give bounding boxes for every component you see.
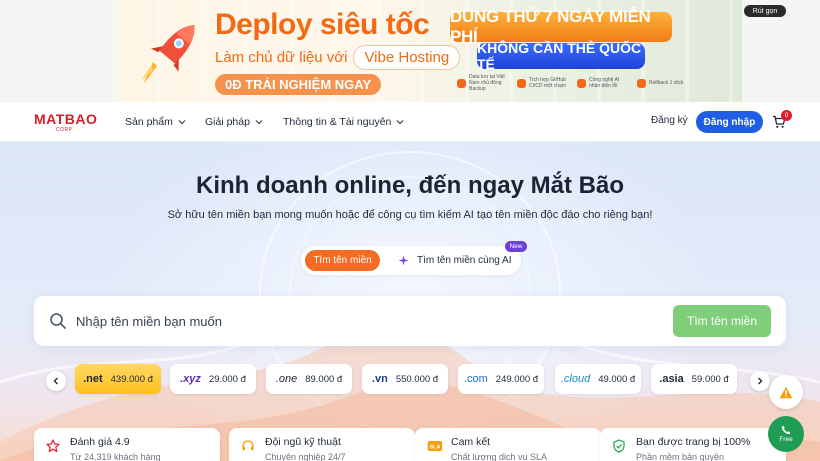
- tld-card-cloud[interactable]: .cloud 49.000 đ: [555, 364, 641, 394]
- feature-subtitle: Chất lượng dịch vụ SLA: [451, 452, 547, 461]
- hero-subtitle: Sở hữu tên miền bạn mong muốn hoặc để cô…: [167, 209, 653, 221]
- banner-feature-list: Data lưu tại Việt Nam chủ động Backup Tí…: [457, 74, 687, 92]
- warning-icon: [779, 386, 793, 398]
- tld-name: .net: [83, 373, 103, 385]
- tld-name: .com: [463, 373, 488, 385]
- tld-price: 29.000 đ: [208, 373, 246, 385]
- search-domain-button[interactable]: Tìm tên miền: [673, 305, 771, 337]
- cart-count-badge: 0: [781, 110, 792, 121]
- tld-name: .cloud: [560, 373, 591, 385]
- svg-text:SLA: SLA: [430, 445, 441, 451]
- banner-subline: Làm chủ dữ liệu với Vibe Hosting: [209, 45, 461, 70]
- tab-domain-search[interactable]: Tìm tên miền: [305, 250, 380, 271]
- feature-bullet-icon: [577, 78, 586, 88]
- chevron-right-icon: [758, 377, 763, 385]
- carousel-prev-button[interactable]: [46, 371, 66, 391]
- headset-icon: [242, 440, 254, 451]
- tld-card-net[interactable]: .net 439.000 đ: [75, 364, 161, 394]
- logo-corp-text: CORP: [56, 127, 73, 133]
- banner-no-card: KHÔNG CẦN THẺ QUỐC TẾ: [477, 40, 645, 72]
- carousel-next-button[interactable]: [750, 371, 770, 391]
- nav-products[interactable]: Sản phẩm: [125, 102, 186, 142]
- banner-feature: Công nghệ AI nhận diện lỗi: [577, 74, 627, 92]
- feature-bullet-icon: [517, 78, 526, 88]
- feature-card-support: Đội ngũ kỹ thuật Chuyên nghiệp 24/7: [229, 428, 415, 461]
- feature-bullet-icon: [457, 78, 466, 88]
- domain-search-box: Tìm tên miền: [34, 296, 786, 346]
- trust-features: Đánh giá 4.9 Từ 24.319 khách hàng Đội ng…: [34, 428, 786, 461]
- tld-card-vn[interactable]: .vn 550.000 đ: [362, 364, 448, 394]
- banner-feature: Rollback 1 click: [637, 74, 687, 92]
- tld-card-asia[interactable]: .asia 59.000 đ: [651, 364, 737, 394]
- tld-price: 439.000 đ: [110, 373, 153, 385]
- free-call-label: Free: [779, 436, 793, 443]
- feature-title: Bạn được trang bị 100%: [636, 436, 751, 448]
- banner-vibe-hosting: Vibe Hosting: [353, 45, 461, 70]
- tld-price: 89.000 đ: [305, 373, 343, 385]
- feature-card-sla: SLA Cam kết Chất lượng dịch vụ SLA: [415, 428, 601, 461]
- feature-card-rating: Đánh giá 4.9 Từ 24.319 khách hàng: [34, 428, 220, 461]
- promo-banner[interactable]: Deploy siêu tốc Làm chủ dữ liệu với Vibe…: [0, 0, 820, 102]
- nav-label: Sản phẩm: [125, 116, 173, 128]
- tld-name: .xyz: [180, 373, 201, 385]
- banner-free-trial: DÙNG THỬ 7 NGÀY MIỄN PHÍ: [450, 7, 672, 46]
- tld-price: 59.000 đ: [691, 373, 729, 385]
- tld-name: .one: [275, 373, 298, 385]
- tab-ai-label: Tìm tên miền cùng AI: [417, 255, 512, 266]
- search-mode-toggle: Tìm tên miền Tìm tên miền cùng AI: [301, 246, 521, 275]
- banner-feature: Tích hợp GitHub CI/CD một chạm: [517, 74, 567, 92]
- sla-icon: SLA: [427, 441, 443, 451]
- tld-price: 249.000 đ: [495, 373, 539, 385]
- chevron-down-icon: [255, 120, 263, 125]
- site-header: MATBAO CORP Sản phẩm Giải pháp Thông tin…: [0, 102, 820, 142]
- phone-icon: [781, 425, 791, 435]
- search-icon: [50, 313, 66, 329]
- feature-subtitle: Phần mềm bản quyền: [636, 452, 725, 461]
- banner-feature: Data lưu tại Việt Nam chủ động Backup: [457, 74, 507, 92]
- tld-name: .vn: [371, 373, 388, 385]
- tld-price: 550.000 đ: [395, 373, 439, 385]
- tld-price: 49.000 đ: [598, 373, 636, 385]
- banner-collapse-button[interactable]: Rút gọn: [744, 5, 786, 17]
- feature-title: Đánh giá 4.9: [70, 436, 130, 448]
- logo-wordmark: MATBAO: [34, 111, 98, 127]
- banner-headline: Deploy siêu tốc: [215, 8, 430, 41]
- domain-search-input[interactable]: [76, 309, 676, 333]
- nav-info-resources[interactable]: Thông tin & Tài nguyên: [283, 102, 404, 142]
- feature-subtitle: Chuyên nghiệp 24/7: [265, 452, 346, 461]
- sparkle-icon: [398, 255, 409, 266]
- nav-solutions[interactable]: Giải pháp: [205, 102, 263, 142]
- tab-ai-domain-search[interactable]: Tìm tên miền cùng AI: [398, 250, 512, 271]
- warning-float-button[interactable]: [769, 375, 803, 409]
- chevron-down-icon: [178, 120, 186, 125]
- banner-cta[interactable]: 0Đ TRẢI NGHIỆM NGAY: [215, 74, 382, 95]
- login-button[interactable]: Đăng nhập: [696, 111, 763, 133]
- tld-card-com[interactable]: .com 249.000 đ: [458, 364, 544, 394]
- tld-card-one[interactable]: .one 89.000 đ: [266, 364, 352, 394]
- rocket-icon: [141, 25, 195, 84]
- promo-banner-art[interactable]: Deploy siêu tốc Làm chủ dữ liệu với Vibe…: [117, 0, 742, 102]
- hero-section: Kinh doanh online, đến ngay Mắt Bão Sở h…: [0, 142, 820, 461]
- feature-bullet-icon: [637, 78, 646, 88]
- matbao-logo[interactable]: MATBAO CORP: [34, 112, 102, 134]
- feature-subtitle: Từ 24.319 khách hàng: [70, 452, 161, 461]
- tld-card-xyz[interactable]: .xyz 29.000 đ: [170, 364, 256, 394]
- feature-card-license: Bạn được trang bị 100% Phần mềm bản quyề…: [600, 428, 786, 461]
- register-link[interactable]: Đăng ký: [651, 115, 688, 126]
- feature-title: Cam kết: [451, 436, 491, 448]
- chevron-down-icon: [396, 120, 404, 125]
- free-call-button[interactable]: Free: [768, 416, 804, 452]
- chevron-left-icon: [53, 377, 58, 385]
- shield-check-icon: [613, 439, 625, 453]
- star-icon: [46, 439, 60, 453]
- banner-sub-prefix: Làm chủ dữ liệu với: [215, 49, 348, 66]
- nav-label: Giải pháp: [205, 116, 250, 128]
- tld-name: .asia: [659, 373, 684, 385]
- hero-title: Kinh doanh online, đến ngay Mắt Bão: [195, 172, 624, 199]
- feature-title: Đội ngũ kỹ thuật: [265, 436, 341, 448]
- nav-label: Thông tin & Tài nguyên: [283, 116, 392, 128]
- new-badge: New: [505, 241, 527, 252]
